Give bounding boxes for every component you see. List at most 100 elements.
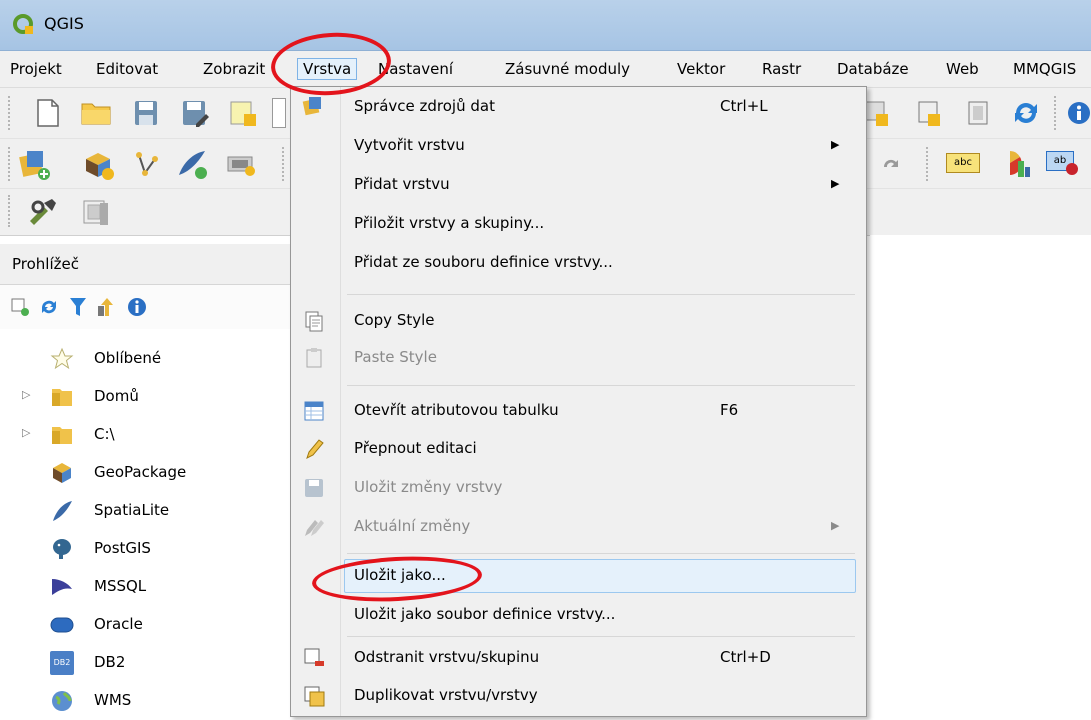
- menu-zasuvne-moduly[interactable]: Zásuvné moduly: [505, 60, 630, 78]
- filter-icon[interactable]: [68, 296, 88, 318]
- menu-separator: [347, 636, 855, 637]
- processing-toolbox-icon[interactable]: [26, 197, 60, 227]
- toolbar-grip[interactable]: [926, 147, 931, 181]
- copy-style-icon: [305, 311, 323, 332]
- globe-icon: [52, 691, 72, 711]
- menu-mmqgis[interactable]: MMQGIS: [1013, 60, 1076, 78]
- menu-item-add-from-layer-definition[interactable]: Přidat ze souboru definice vrstvy...: [291, 245, 866, 281]
- collapse-all-icon[interactable]: [96, 296, 118, 318]
- pin-icon[interactable]: [1064, 161, 1080, 177]
- layout-manager-icon[interactable]: [272, 98, 286, 128]
- menu-item-embed-layers[interactable]: Přiložit vrstvy a skupiny...: [291, 206, 866, 242]
- elephant-icon: [53, 539, 71, 559]
- tree-item-geopackage[interactable]: GeoPackage: [0, 454, 300, 492]
- menu-item-remove-layer[interactable]: Odstranit vrstvu/skupinu Ctrl+D: [291, 640, 866, 676]
- feather-icon: [53, 501, 72, 521]
- menu-web[interactable]: Web: [946, 60, 979, 78]
- tree-item-oracle[interactable]: Oracle: [0, 606, 300, 644]
- current-edits-icon: [305, 520, 324, 536]
- toolbar-grip[interactable]: [8, 147, 13, 181]
- browser-panel-label: Prohlížeč: [12, 255, 79, 273]
- star-icon: [50, 347, 74, 370]
- menu-vektor[interactable]: Vektor: [677, 60, 725, 78]
- menu-zobrazit[interactable]: Zobrazit: [203, 60, 265, 78]
- geopackage-icon: [53, 463, 71, 483]
- toolbar-grip[interactable]: [282, 147, 287, 181]
- menu-databaze[interactable]: Databáze: [837, 60, 909, 78]
- tree-item-oblibene[interactable]: Oblíbené: [0, 340, 300, 378]
- add-geopackage-icon[interactable]: [82, 149, 116, 181]
- window-title: QGIS: [44, 14, 84, 33]
- pencil-icon: [306, 439, 324, 459]
- menubar: Projekt Editovat Zobrazit Vrstva Nastave…: [0, 51, 1091, 88]
- menu-item-duplicate-layer[interactable]: Duplikovat vrstvu/vrstvy: [291, 678, 866, 714]
- new-project-icon[interactable]: [34, 98, 62, 128]
- new-map-view-icon[interactable]: [914, 98, 944, 128]
- style-manager-icon[interactable]: [964, 98, 994, 128]
- refresh-browser-icon[interactable]: [38, 296, 60, 318]
- attribute-table-icon: [304, 401, 324, 421]
- menu-item-open-attribute-table[interactable]: Otevřít atributovou tabulku F6: [291, 393, 866, 429]
- properties-icon[interactable]: [126, 296, 148, 318]
- menu-separator: [347, 385, 855, 386]
- tree-item-postgis[interactable]: PostGIS: [0, 530, 300, 568]
- tree-item-spatialite[interactable]: SpatiaLite: [0, 492, 300, 530]
- menu-projekt[interactable]: Projekt: [10, 60, 62, 78]
- menu-item-data-source-manager[interactable]: Správce zdrojů dat Ctrl+L: [291, 89, 866, 125]
- menu-item-save-layer-edits[interactable]: Uložit změny vrstvy: [291, 470, 866, 506]
- browser-panel-title: Prohlížeč: [0, 244, 300, 285]
- layer-menu-dropdown: Správce zdrojů dat Ctrl+L Vytvořit vrstv…: [290, 86, 867, 717]
- save-edits-icon: [305, 479, 323, 497]
- add-wms-icon[interactable]: [226, 151, 256, 177]
- browser-tree: Oblíbené ▷ Domů ▷ C:\ GeoPackage SpatiaL…: [0, 330, 300, 715]
- menu-separator: [347, 553, 855, 554]
- add-spatialite-icon[interactable]: [175, 149, 209, 179]
- expand-arrow-icon[interactable]: ▷: [22, 388, 30, 401]
- label-tool-icon[interactable]: abc: [946, 153, 980, 173]
- menu-item-add-layer[interactable]: Přidat vrstvu ▶: [291, 167, 866, 203]
- data-source-manager-icon: [302, 97, 321, 116]
- save-as-project-icon[interactable]: [180, 98, 210, 128]
- redo-icon[interactable]: [880, 153, 902, 175]
- duplicate-layer-icon: [304, 686, 325, 707]
- menu-item-current-edits[interactable]: Aktuální změny ▶: [291, 509, 866, 545]
- menu-item-paste-style[interactable]: Paste Style: [291, 340, 866, 376]
- tree-item-c-drive[interactable]: ▷ C:\: [0, 416, 300, 454]
- folder-icon: [52, 389, 72, 406]
- map-canvas[interactable]: [870, 235, 1091, 715]
- submenu-arrow-icon: ▶: [831, 177, 840, 190]
- data-source-manager-icon[interactable]: [18, 149, 52, 181]
- menu-item-save-as-layer-definition[interactable]: Uložit jako soubor definice vrstvy...: [291, 597, 866, 633]
- remove-layer-icon: [304, 648, 324, 666]
- add-vector-icon[interactable]: [135, 149, 165, 179]
- folder-icon: [52, 427, 72, 444]
- save-project-icon[interactable]: [132, 98, 160, 128]
- qgis-logo-icon: [13, 14, 33, 34]
- oracle-icon: [50, 617, 74, 633]
- menu-item-copy-style[interactable]: Copy Style: [291, 303, 866, 339]
- mssql-icon: [52, 579, 72, 595]
- tree-item-wms[interactable]: WMS: [0, 682, 300, 720]
- tree-item-domu[interactable]: ▷ Domů: [0, 378, 300, 416]
- tree-item-mssql[interactable]: MSSQL: [0, 568, 300, 606]
- open-project-icon[interactable]: [80, 100, 112, 126]
- menu-separator: [347, 294, 855, 295]
- menu-item-toggle-editing[interactable]: Přepnout editaci: [291, 431, 866, 467]
- toolbar-grip[interactable]: [8, 96, 13, 130]
- toolbar-grip[interactable]: [1054, 96, 1059, 130]
- menu-editovat[interactable]: Editovat: [96, 60, 158, 78]
- menu-item-create-layer[interactable]: Vytvořit vrstvu ▶: [291, 128, 866, 164]
- model-designer-icon[interactable]: [80, 197, 112, 227]
- info-icon[interactable]: [1066, 100, 1091, 126]
- submenu-arrow-icon: ▶: [831, 519, 840, 532]
- new-print-layout-icon[interactable]: [228, 98, 258, 128]
- refresh-icon[interactable]: [1010, 97, 1042, 129]
- submenu-arrow-icon: ▶: [831, 138, 840, 151]
- diagram-tool-icon[interactable]: [998, 149, 1032, 179]
- toolbar-grip[interactable]: [8, 195, 13, 227]
- tree-item-db2[interactable]: DB2 DB2: [0, 644, 300, 682]
- add-selected-layer-icon[interactable]: [10, 297, 30, 317]
- menu-rastr[interactable]: Rastr: [762, 60, 801, 78]
- paste-style-icon: [306, 348, 322, 368]
- expand-arrow-icon[interactable]: ▷: [22, 426, 30, 439]
